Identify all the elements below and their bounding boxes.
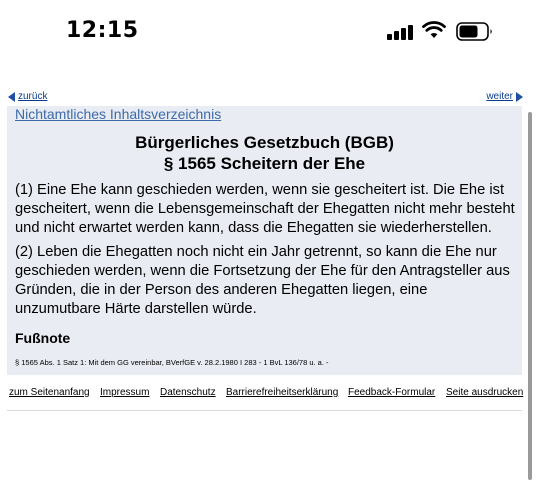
footer-link-feedback[interactable]: Feedback-Formular xyxy=(348,387,435,398)
paragraph-2: (2) Leben die Ehegatten noch nicht ein J… xyxy=(15,244,510,317)
back-link[interactable]: zurück xyxy=(18,91,47,102)
next-link[interactable]: weiter xyxy=(486,91,513,102)
arrow-left-icon xyxy=(8,91,15,102)
battery-icon xyxy=(456,22,492,41)
law-title: Bürgerliches Gesetzbuch (BGB) xyxy=(135,133,394,152)
footnote-text: § 1565 Abs. 1 Satz 1: Mit dem GG vereinb… xyxy=(15,358,329,367)
signal-icon xyxy=(387,24,413,40)
footer-divider xyxy=(7,410,522,411)
footer-link-print[interactable]: Seite ausdrucken xyxy=(446,387,523,398)
wifi-icon xyxy=(422,21,446,38)
next-link-group[interactable]: weiter xyxy=(486,91,523,102)
paragraph-1: (1) Eine Ehe kann geschieden werden, wen… xyxy=(15,182,515,236)
law-content: Nichtamtliches Inhaltsverzeichnis Bürger… xyxy=(7,106,522,375)
footer-link-imprint[interactable]: Impressum xyxy=(100,387,149,398)
section-title: § 1565 Scheitern der Ehe xyxy=(163,154,366,173)
toc-link[interactable]: Nichtamtliches Inhaltsverzeichnis xyxy=(15,106,221,122)
footer-link-privacy[interactable]: Datenschutz xyxy=(160,387,216,398)
footer-link-accessibility[interactable]: Barrierefreiheitserklärung xyxy=(226,387,338,398)
status-bar: 12:15 xyxy=(0,0,536,62)
footnote-heading: Fußnote xyxy=(15,330,71,346)
status-time: 12:15 xyxy=(66,18,139,43)
scrollbar[interactable] xyxy=(528,112,532,480)
arrow-right-icon xyxy=(516,91,523,102)
back-link-group[interactable]: zurück xyxy=(8,91,47,102)
top-navigation: zurück weiter xyxy=(0,91,536,105)
footer-link-top[interactable]: zum Seitenanfang xyxy=(9,387,90,398)
footer-links: zum Seitenanfang Impressum Datenschutz B… xyxy=(0,387,536,401)
